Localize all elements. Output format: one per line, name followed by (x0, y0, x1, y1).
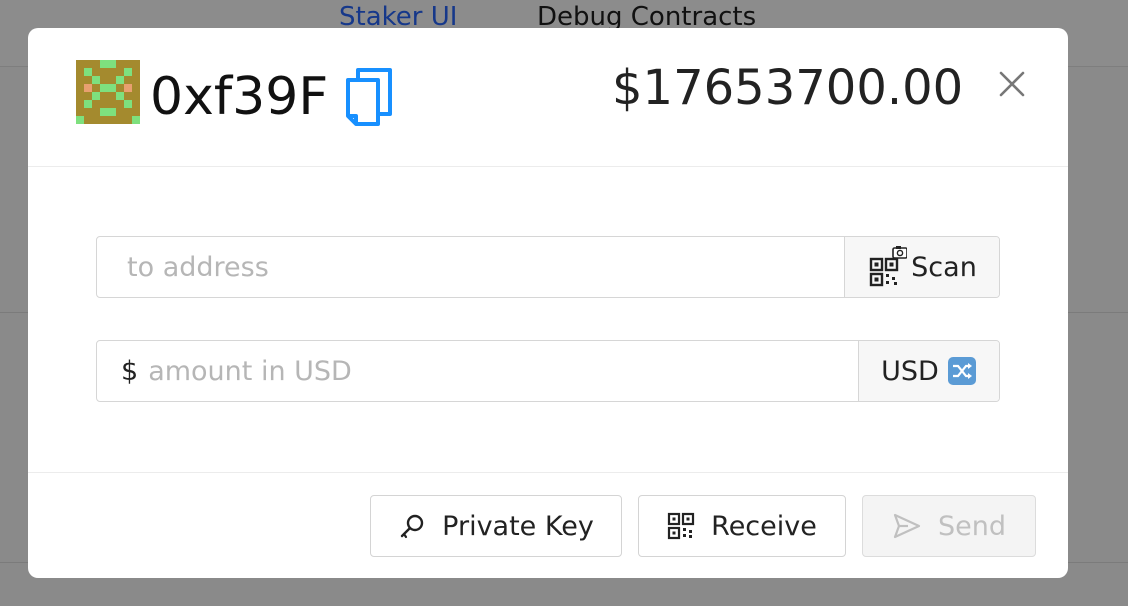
shuffle-icon (947, 357, 976, 385)
to-address-input[interactable] (97, 237, 844, 297)
wallet-address: 0xf39F (150, 67, 329, 127)
send-button[interactable]: Send (862, 495, 1036, 557)
private-key-button[interactable]: Private Key (370, 495, 622, 557)
currency-toggle-button[interactable]: USD (858, 341, 999, 401)
wallet-modal: 0xf39F $17653700.00 to address Scan $ am… (28, 28, 1068, 578)
key-icon (400, 514, 424, 539)
currency-label: USD (881, 355, 939, 387)
send-icon (893, 513, 921, 539)
receive-button[interactable]: Receive (638, 495, 846, 557)
wallet-balance: $17653700.00 (612, 60, 964, 116)
scan-label: Scan (911, 251, 977, 283)
receive-label: Receive (711, 510, 817, 542)
amount-prefix: $ (121, 355, 139, 387)
close-icon[interactable] (992, 64, 1032, 104)
qr-scan-icon (867, 245, 908, 289)
copy-icon[interactable] (344, 68, 394, 126)
amount-group: $ USD (96, 340, 1000, 402)
scan-button[interactable]: Scan (844, 237, 999, 297)
private-key-label: Private Key (442, 510, 594, 542)
modal-header: 0xf39F $17653700.00 (28, 28, 1068, 167)
amount-input[interactable] (138, 341, 858, 401)
send-label: Send (937, 510, 1006, 542)
to-address-group: Scan (96, 236, 1000, 298)
identicon-avatar (76, 60, 140, 124)
modal-footer: Private Key Receive Send (28, 472, 1068, 578)
qrcode-icon (668, 512, 695, 540)
